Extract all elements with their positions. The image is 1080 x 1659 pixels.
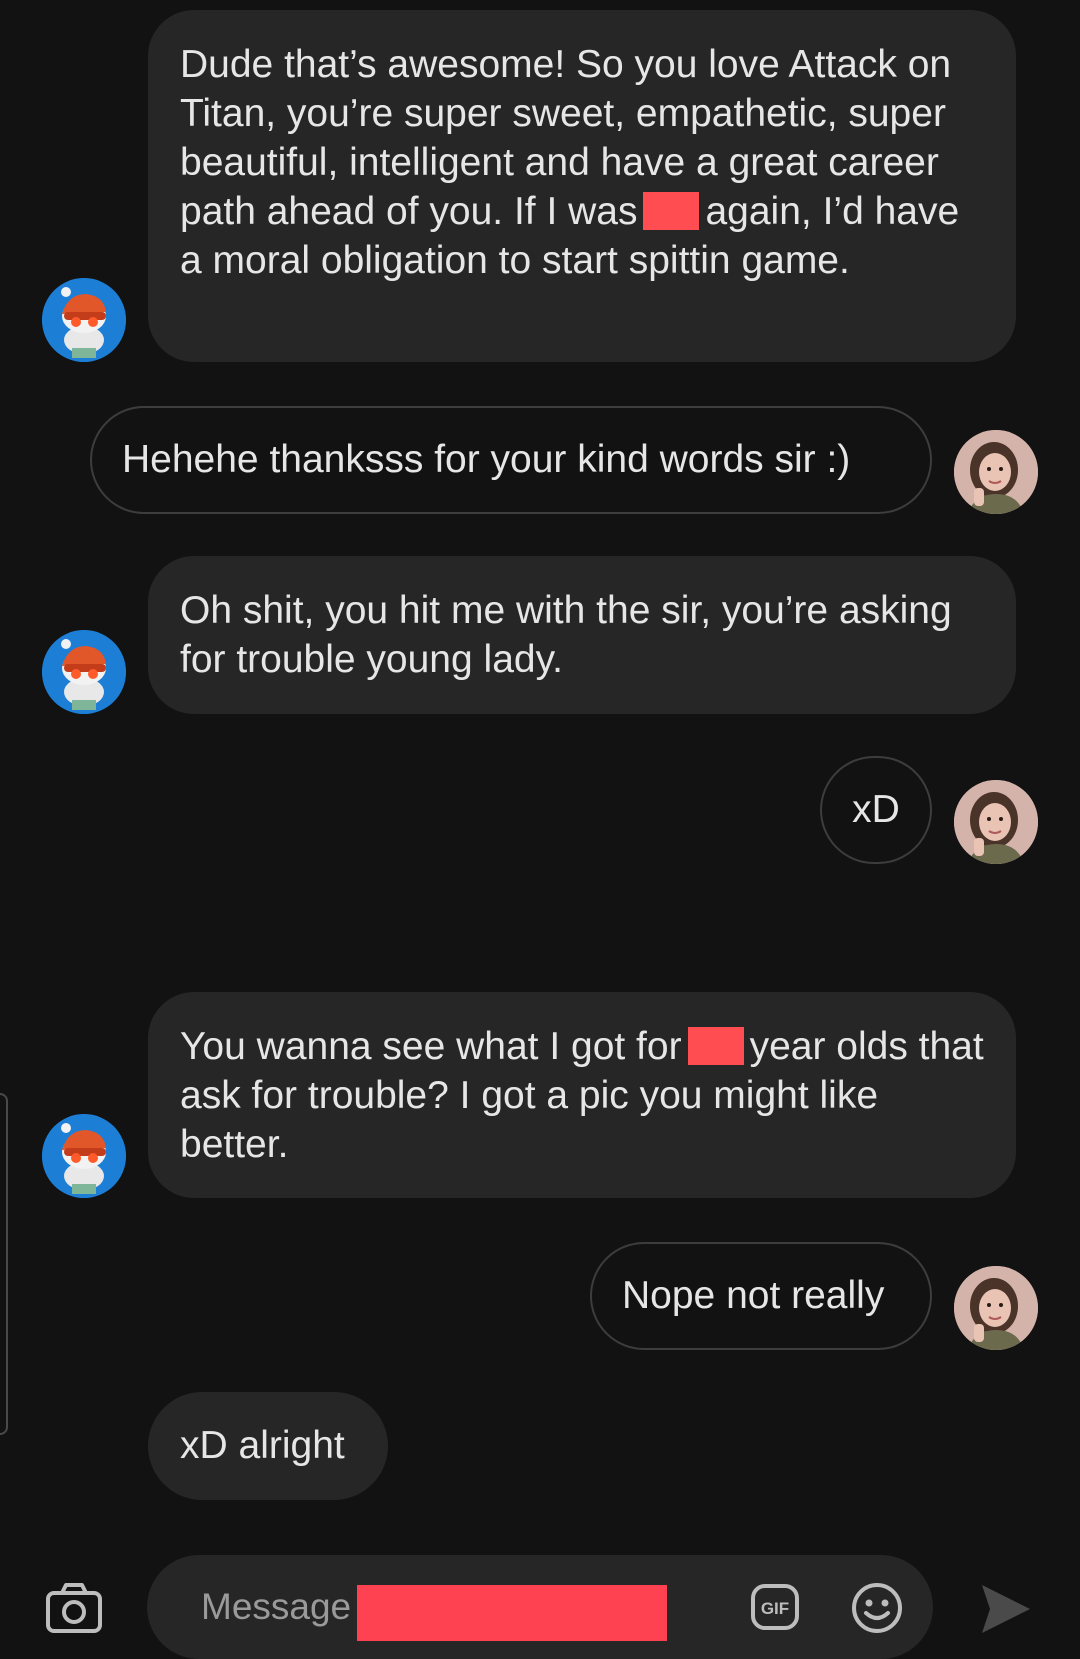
outgoing-message[interactable]: xD [820, 756, 932, 864]
user-photo-icon [954, 780, 1038, 864]
send-icon[interactable] [978, 1581, 1034, 1637]
message-placeholder: Message [201, 1586, 352, 1627]
avatar[interactable] [42, 278, 126, 362]
robot-mascot-icon [42, 630, 126, 714]
user-photo-icon [954, 1266, 1038, 1350]
camera-icon[interactable] [44, 1579, 104, 1639]
scrollbar[interactable] [0, 1093, 8, 1435]
incoming-message[interactable]: You wanna see what I got for year olds th… [148, 992, 1016, 1198]
message-text: Nope not really [622, 1274, 885, 1317]
redaction-mark [643, 192, 700, 230]
message-composer: Message GIF [0, 1525, 1080, 1659]
avatar[interactable] [954, 1266, 1038, 1350]
message-text: xD alright [180, 1424, 345, 1467]
avatar[interactable] [42, 1114, 126, 1198]
robot-mascot-icon [42, 1114, 126, 1198]
incoming-message[interactable]: Oh shit, you hit me with the sir, you’re… [148, 556, 1016, 714]
avatar[interactable] [954, 430, 1038, 514]
gif-label: GIF [761, 1599, 789, 1618]
message-thread[interactable]: Dude that’s awesome! So you love Attack … [0, 0, 1080, 1525]
incoming-message[interactable]: xD alright [148, 1392, 388, 1500]
outgoing-message[interactable]: Nope not really [590, 1242, 932, 1350]
outgoing-message[interactable]: Hehehe thanksss for your kind words sir … [90, 406, 932, 514]
user-photo-icon [954, 430, 1038, 514]
message-text: xD [852, 788, 900, 831]
avatar[interactable] [42, 630, 126, 714]
message-text: You wanna see what I got for [180, 1025, 682, 1068]
emoji-icon[interactable] [850, 1581, 904, 1635]
robot-mascot-icon [42, 278, 126, 362]
gif-icon[interactable]: GIF [750, 1583, 800, 1631]
redaction-mark [687, 1027, 744, 1065]
redaction-mark [357, 1585, 667, 1641]
message-text: Hehehe thanksss for your kind words sir … [122, 438, 851, 481]
avatar[interactable] [954, 780, 1038, 864]
message-input[interactable]: Message GIF [147, 1555, 933, 1659]
message-text: Oh shit, you hit me with the sir, you’re… [180, 589, 952, 681]
incoming-message[interactable]: Dude that’s awesome! So you love Attack … [148, 10, 1016, 362]
